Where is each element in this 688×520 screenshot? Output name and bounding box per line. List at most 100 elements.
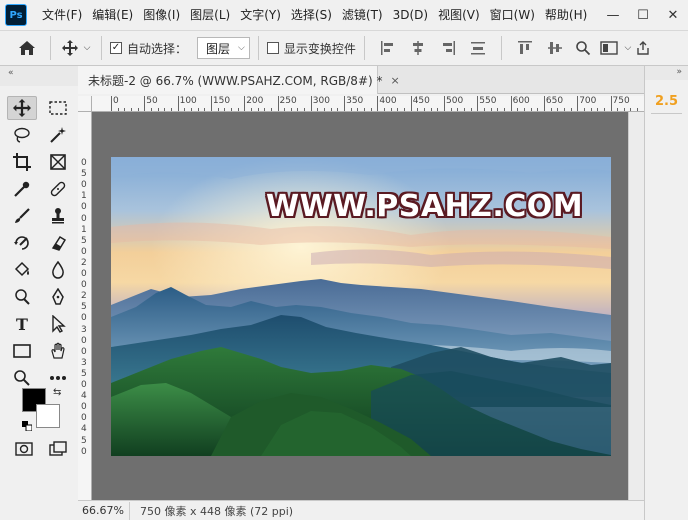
ruler-label: 2 xyxy=(81,257,87,268)
rectangle-tool-icon[interactable] xyxy=(7,339,37,363)
ruler-label: 0 xyxy=(81,335,87,346)
menu-filter[interactable]: 滤镜(T) xyxy=(337,0,388,30)
show-transform-checkbox[interactable]: 显示变换控件 xyxy=(266,35,356,61)
chevron-down-icon[interactable]: ⌵ xyxy=(81,35,93,61)
separator xyxy=(363,36,365,60)
menu-image[interactable]: 图像(I) xyxy=(138,0,185,30)
layer-dropdown[interactable]: 图层 ⌵ xyxy=(197,37,250,59)
screen-mode-icon[interactable] xyxy=(43,437,73,461)
frame-tool-icon[interactable] xyxy=(43,150,73,174)
panel-value[interactable]: 2.5 xyxy=(645,94,688,109)
document-canvas[interactable]: WWW.PSAHZ.COM xyxy=(111,157,611,456)
maximize-button[interactable]: ☐ xyxy=(628,0,658,30)
align-horizontal-center-icon[interactable] xyxy=(409,39,427,57)
minimize-button[interactable]: — xyxy=(598,0,628,30)
menu-type[interactable]: 文字(Y) xyxy=(235,0,286,30)
photoshop-logo: Ps xyxy=(5,4,27,26)
auto-select-label: 自动选择： xyxy=(127,41,188,56)
move-tool-icon[interactable] xyxy=(7,96,37,120)
history-brush-tool-icon[interactable] xyxy=(7,231,37,255)
ruler-origin[interactable] xyxy=(78,96,92,112)
marquee-tool-icon[interactable] xyxy=(43,96,73,120)
healing-brush-tool-icon[interactable] xyxy=(43,177,73,201)
horizontal-ruler[interactable]: 0 50 100 150 200 250 300 350 400 450 500 550 600 650 7… xyxy=(92,96,644,112)
workspace-icon[interactable] xyxy=(600,39,618,57)
menu-view[interactable]: 视图(V) xyxy=(433,0,485,30)
stamp-tool-icon[interactable] xyxy=(43,204,73,228)
panel-collapse[interactable]: » xyxy=(645,66,688,80)
ruler-tick xyxy=(310,96,312,111)
ruler-label: 0 xyxy=(81,269,87,279)
brush-tool-icon[interactable] xyxy=(7,204,37,228)
ruler-tick xyxy=(444,96,445,111)
share-icon[interactable] xyxy=(634,35,652,61)
menu-file[interactable]: 文件(F) xyxy=(37,0,87,30)
pen-tool-icon[interactable] xyxy=(43,285,73,309)
ruler-label: 0 xyxy=(113,96,119,106)
separator xyxy=(257,36,259,60)
ruler-label: 3 xyxy=(81,324,87,335)
ruler-label: 1 xyxy=(81,191,87,202)
ruler-tick xyxy=(144,96,146,111)
layer-dropdown-value: 图层 xyxy=(206,41,231,56)
menu-help[interactable]: 帮助(H) xyxy=(540,0,592,30)
ruler-label: 5 xyxy=(81,368,87,379)
ruler-tick xyxy=(210,96,212,111)
close-icon[interactable]: × xyxy=(391,74,400,87)
right-panel: » 2.5 xyxy=(644,66,688,520)
lasso-tool-icon[interactable] xyxy=(7,123,37,147)
vertical-ruler[interactable]: 050100150200250300350400450 xyxy=(78,112,92,500)
vertical-scrollbar[interactable] xyxy=(628,112,644,500)
move-icon[interactable] xyxy=(59,35,81,61)
paint-bucket-tool-icon[interactable] xyxy=(7,258,37,282)
align-right-icon[interactable] xyxy=(439,39,457,57)
distribute-icon[interactable] xyxy=(469,39,487,57)
divider xyxy=(651,113,682,114)
menu-edit[interactable]: 编辑(E) xyxy=(87,0,138,30)
menu-3d[interactable]: 3D(D) xyxy=(388,0,433,30)
background-color-swatch[interactable] xyxy=(36,404,60,428)
ruler-label: 0 xyxy=(81,380,87,390)
zoom-tool-icon[interactable] xyxy=(7,366,37,390)
options-bar: ⌵ ✓ 自动选择： 图层 ⌵ 显示变换控件 ⌵ xyxy=(0,30,688,66)
align-top-icon[interactable] xyxy=(516,39,534,57)
ruler-label: 100 xyxy=(179,96,197,106)
eraser-tool-icon[interactable] xyxy=(43,231,73,255)
dodge-tool-icon[interactable] xyxy=(7,285,37,309)
ruler-label: 5 xyxy=(81,235,87,246)
ruler-label: 350 xyxy=(346,96,364,106)
ruler-label: 0 xyxy=(81,246,87,257)
ruler-label: 0 xyxy=(81,446,87,457)
ruler-label: 500 xyxy=(446,96,464,106)
type-tool-icon[interactable]: T xyxy=(7,312,37,336)
menu-layer[interactable]: 图层(L) xyxy=(185,0,235,30)
eyedropper-tool-icon[interactable] xyxy=(7,177,37,201)
toolbar-collapse[interactable]: « xyxy=(0,66,78,86)
align-vertical-center-icon[interactable] xyxy=(546,39,564,57)
magic-wand-tool-icon[interactable] xyxy=(43,123,73,147)
document-tab-bar: 未标题-2 @ 66.7% (WWW.PSAHZ.COM, RGB/8#) * … xyxy=(78,66,644,94)
auto-select-checkbox[interactable]: ✓ 自动选择： xyxy=(110,35,187,61)
ruler-tick xyxy=(610,96,612,111)
align-left-icon[interactable] xyxy=(379,39,397,57)
hand-tool-icon[interactable] xyxy=(43,339,73,363)
menu-select[interactable]: 选择(S) xyxy=(286,0,337,30)
separator xyxy=(500,36,502,60)
document-tab[interactable]: 未标题-2 @ 66.7% (WWW.PSAHZ.COM, RGB/8#) * … xyxy=(78,66,400,94)
zoom-level-field[interactable]: 66.67% xyxy=(78,501,130,520)
search-icon[interactable] xyxy=(574,39,592,57)
ruler-label: 5 xyxy=(81,302,87,313)
ruler-label: 200 xyxy=(246,96,264,106)
crop-tool-icon[interactable] xyxy=(7,150,37,174)
menu-window[interactable]: 窗口(W) xyxy=(485,0,540,30)
home-icon[interactable] xyxy=(12,35,42,61)
swap-colors-icon[interactable]: ⇆ xyxy=(53,387,61,398)
blur-tool-icon[interactable] xyxy=(43,258,73,282)
path-selection-tool-icon[interactable] xyxy=(43,312,73,336)
menu-bar: Ps 文件(F) 编辑(E) 图像(I) 图层(L) 文字(Y) 选择(S) 滤… xyxy=(0,0,688,30)
close-button[interactable]: ✕ xyxy=(658,0,688,30)
document-info[interactable]: 750 像素 x 448 像素 (72 ppi) xyxy=(130,503,293,519)
default-colors-icon[interactable] xyxy=(22,420,33,432)
quick-mask-icon[interactable] xyxy=(9,437,39,461)
chevron-down-icon[interactable]: ⌵ xyxy=(622,35,634,61)
